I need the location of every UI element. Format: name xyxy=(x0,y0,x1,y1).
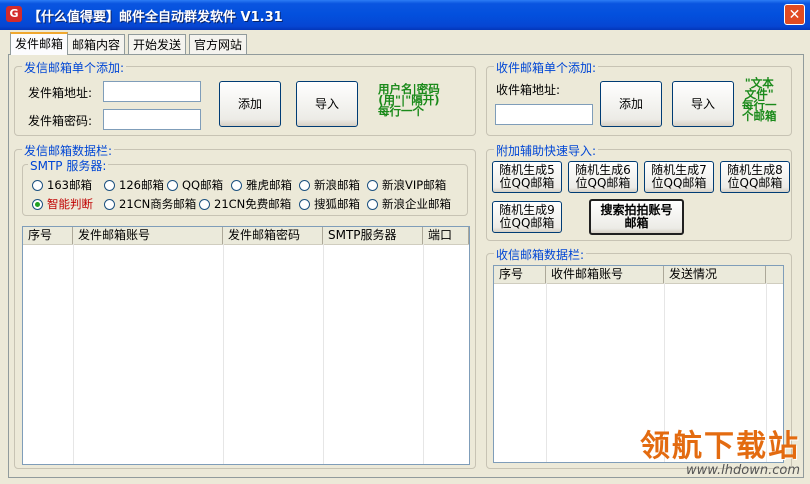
sender-import-note: 用户名|密码 (用"|"隔开) 每行一个 xyxy=(378,83,440,118)
sender-list-header: 序号 发件邮箱账号 发件邮箱密码 SMTP服务器 端口 xyxy=(23,227,469,245)
button-line: 位QQ邮箱 xyxy=(727,176,783,190)
radio-qq[interactable]: QQ邮箱 xyxy=(167,177,223,193)
sender-import-button[interactable]: 导入 xyxy=(296,81,358,127)
sender-note-line: 每行一个 xyxy=(378,104,424,118)
column-header[interactable]: 端口 xyxy=(423,227,469,244)
radio-dot xyxy=(367,198,378,210)
sender-address-label: 发件箱地址: xyxy=(28,86,93,100)
tab-mail-content[interactable]: 邮箱内容 xyxy=(67,34,126,54)
receiver-list-header: 序号 收件邮箱账号 发送情况 xyxy=(494,266,783,284)
radio-126[interactable]: 126邮箱 xyxy=(104,177,164,193)
radio-dot xyxy=(167,179,178,191)
column-header[interactable]: SMTP服务器 xyxy=(323,227,423,244)
button-line: 位QQ邮箱 xyxy=(499,216,555,230)
button-line: 位QQ邮箱 xyxy=(575,176,631,190)
grid-line xyxy=(23,244,424,464)
app-icon: G xyxy=(6,6,22,22)
radio-sina-vip[interactable]: 新浪VIP邮箱 xyxy=(367,177,446,193)
radio-21cn-business[interactable]: 21CN商务邮箱 xyxy=(104,196,196,212)
tab-start-sending[interactable]: 开始发送 xyxy=(128,34,187,54)
radio-sina-enterprise[interactable]: 新浪企业邮箱 xyxy=(367,196,451,212)
quick-import-legend: 附加辅助快速导入: xyxy=(494,142,599,159)
radio-label: 新浪邮箱 xyxy=(314,178,360,192)
radio-yahoo[interactable]: 雅虎邮箱 xyxy=(231,177,292,193)
sender-address-input[interactable] xyxy=(103,81,201,102)
close-icon[interactable]: ✕ xyxy=(784,4,805,25)
random-qq5-button[interactable]: 随机生成5 位QQ邮箱 xyxy=(492,161,562,193)
radio-smart-detect[interactable]: 智能判断 xyxy=(32,196,93,212)
watermark-logo-text: 领航下载站 xyxy=(640,429,800,464)
radio-label: 搜狐邮箱 xyxy=(314,197,360,211)
button-line: 邮箱 xyxy=(624,216,649,230)
column-header[interactable]: 收件邮箱账号 xyxy=(546,266,664,283)
button-line: 位QQ邮箱 xyxy=(651,176,707,190)
radio-label: QQ邮箱 xyxy=(182,178,224,192)
radio-label: 新浪企业邮箱 xyxy=(382,197,451,211)
column-header[interactable]: 发件邮箱账号 xyxy=(73,227,223,244)
radio-dot xyxy=(367,179,378,191)
sender-password-input[interactable] xyxy=(103,109,201,130)
radio-label: 21CN免费邮箱 xyxy=(214,197,292,211)
radio-label: 智能判断 xyxy=(47,197,93,211)
window-title: 【什么值得要】邮件全自动群发软件 V1.31 xyxy=(28,10,283,25)
radio-label: 126邮箱 xyxy=(119,178,164,192)
receiver-address-label: 收件箱地址: xyxy=(496,83,561,97)
random-qq9-button[interactable]: 随机生成9 位QQ邮箱 xyxy=(492,201,562,233)
watermark: 领航下载站 www.lhdown.com xyxy=(640,429,800,479)
sender-password-label: 发件箱密码: xyxy=(28,114,93,128)
radio-dot xyxy=(299,198,310,210)
receiver-address-input[interactable] xyxy=(495,104,593,125)
radio-label: 21CN商务邮箱 xyxy=(119,197,197,211)
radio-dot xyxy=(104,198,115,210)
receiver-add-legend: 收件邮箱单个添加: xyxy=(494,59,599,76)
radio-label: 新浪VIP邮箱 xyxy=(382,178,447,192)
radio-dot xyxy=(32,198,43,210)
smtp-legend: SMTP 服务器: xyxy=(28,157,109,174)
search-paipai-button[interactable]: 搜索拍拍账号 邮箱 xyxy=(589,199,684,235)
radio-sohu[interactable]: 搜狐邮箱 xyxy=(299,196,360,212)
radio-dot xyxy=(199,198,210,210)
radio-163[interactable]: 163邮箱 xyxy=(32,177,92,193)
radio-dot xyxy=(299,179,310,191)
random-qq7-button[interactable]: 随机生成7 位QQ邮箱 xyxy=(644,161,714,193)
sender-listview[interactable]: 序号 发件邮箱账号 发件邮箱密码 SMTP服务器 端口 xyxy=(22,226,470,465)
receiver-import-button[interactable]: 导入 xyxy=(672,81,734,127)
random-qq6-button[interactable]: 随机生成6 位QQ邮箱 xyxy=(568,161,638,193)
receiver-note-line: 个邮箱 xyxy=(742,109,777,123)
radio-dot xyxy=(32,179,43,191)
radio-label: 163邮箱 xyxy=(47,178,92,192)
column-header[interactable]: 序号 xyxy=(23,227,73,244)
receiver-data-legend: 收信邮箱数据栏: xyxy=(494,246,587,263)
tab-sender-mailbox[interactable]: 发件邮箱 xyxy=(10,32,69,55)
radio-dot xyxy=(104,179,115,191)
title-bar[interactable]: G 【什么值得要】邮件全自动群发软件 V1.31 ✕ xyxy=(0,0,810,30)
tab-official-site[interactable]: 官方网站 xyxy=(189,34,248,54)
radio-label: 雅虎邮箱 xyxy=(246,178,292,192)
sender-add-legend: 发信邮箱单个添加: xyxy=(22,59,127,76)
receiver-add-button[interactable]: 添加 xyxy=(600,81,662,127)
radio-dot xyxy=(231,179,242,191)
button-line: 位QQ邮箱 xyxy=(499,176,555,190)
sender-add-button[interactable]: 添加 xyxy=(219,81,281,127)
receiver-import-note: "文本 文件" 每行一 个邮箱 xyxy=(742,77,777,123)
column-header[interactable]: 序号 xyxy=(494,266,546,283)
radio-sina[interactable]: 新浪邮箱 xyxy=(299,177,360,193)
watermark-url: www.lhdown.com xyxy=(685,463,800,478)
radio-21cn-free[interactable]: 21CN免费邮箱 xyxy=(199,196,291,212)
column-header[interactable]: 发件邮箱密码 xyxy=(223,227,323,244)
random-qq8-button[interactable]: 随机生成8 位QQ邮箱 xyxy=(720,161,790,193)
column-header[interactable]: 发送情况 xyxy=(664,266,766,283)
